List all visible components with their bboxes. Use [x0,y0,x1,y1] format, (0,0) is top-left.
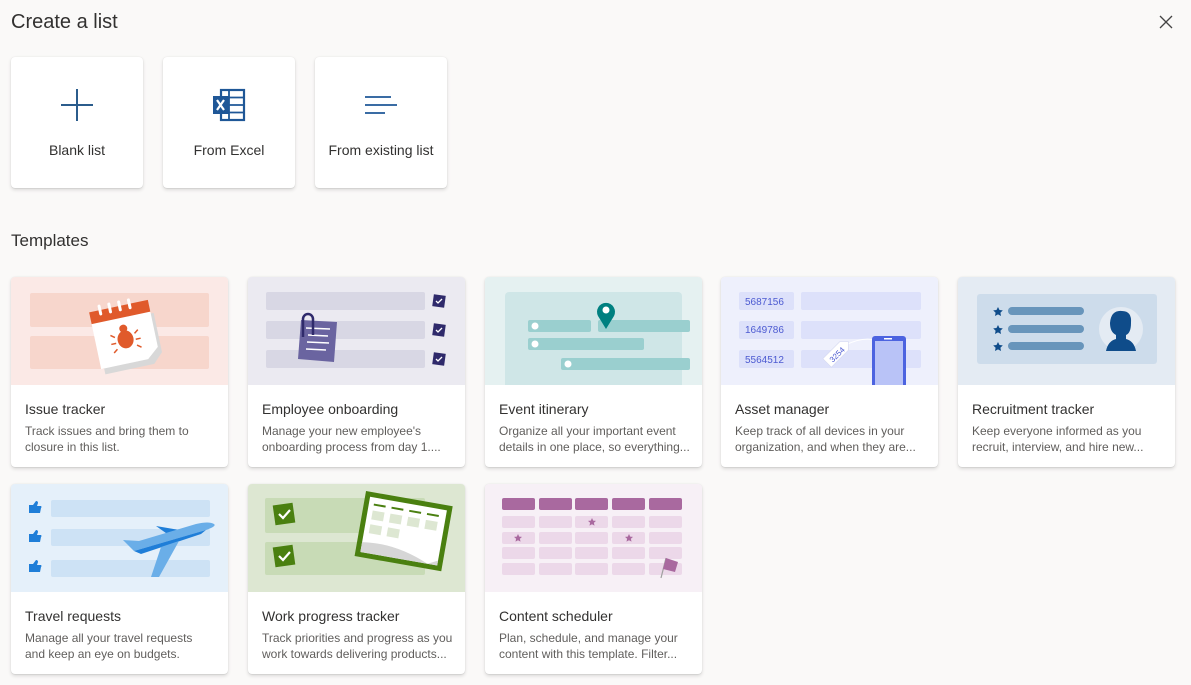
schedule-cell [502,547,535,559]
template-card-asset-manager[interactable]: 5687156 1649786 5564512 3254 Asset manag… [721,277,938,467]
excel-icon [213,88,246,122]
template-name: Employee onboarding [262,401,399,417]
description-line: Keep everyone informed as you [972,424,1142,438]
blank-list-button[interactable]: Blank list [11,57,143,188]
template-description: Manage all your travel requests and keep … [25,630,218,662]
clipboard-checklist-icon [266,292,446,368]
template-name: Travel requests [25,608,121,624]
description-line: Track issues and bring them to [25,424,189,438]
schedule-cell [575,563,608,575]
schedule-cell [649,532,682,544]
close-button[interactable] [1156,12,1176,32]
description-line: work towards delivering products... [262,647,447,661]
template-thumbnail [11,484,228,592]
schedule-grid-icon [502,498,682,579]
schedule-header-cell [575,498,608,510]
template-card-recruitment-tracker[interactable]: Recruitment tracker Keep everyone inform… [958,277,1175,467]
schedule-header-cell [502,498,535,510]
create-options: Blank list From Excel From existing list [11,57,447,188]
plus-icon [61,89,93,121]
description-line: and keep an eye on budgets. [25,647,180,661]
airplane-icon [29,500,215,577]
description-line: recruit, interview, and hire new... [972,440,1144,454]
blank-list-label: Blank list [48,142,106,158]
from-excel-button[interactable]: From Excel [163,57,295,188]
description-line: organization, and when they are... [735,440,916,454]
schedule-header-cell [612,498,645,510]
template-thumbnail: 5687156 1649786 5564512 3254 [721,277,938,385]
from-excel-label: From Excel [193,142,265,158]
schedule-cell [649,547,682,559]
description-line: closure in this list. [25,440,120,454]
template-card-content-scheduler[interactable]: Content scheduler Plan, schedule, and ma… [485,484,702,674]
description-line: details in one place, so everything... [499,440,690,454]
candidate-profile-icon [977,294,1157,364]
map-pin-itinerary-icon [505,292,690,385]
close-icon [1159,15,1173,29]
template-name: Recruitment tracker [972,401,1095,417]
schedule-cell [539,563,572,575]
page-title: Create a list [11,11,118,33]
schedule-cell [649,516,682,528]
template-name: Content scheduler [499,608,613,624]
schedule-cell [502,516,535,528]
template-card-event-itinerary[interactable]: Event itinerary Organize all your import… [485,277,702,467]
schedule-cell [539,516,572,528]
templates-heading: Templates [11,231,89,250]
description-line: onboarding process from day 1.... [262,440,441,454]
asset-id: 5687156 [745,297,784,308]
template-card-work-progress-tracker[interactable]: Work progress tracker Track priorities a… [248,484,465,674]
template-description: Track issues and bring them to closure in… [25,423,218,455]
schedule-cell [612,516,645,528]
description-line: Organize all your important event [499,424,676,438]
template-description: Keep everyone informed as you recruit, in… [972,423,1165,455]
template-card-issue-tracker[interactable]: Issue tracker Track issues and bring the… [11,277,228,467]
template-description: Organize all your important event details… [499,423,692,455]
asset-id: 5564512 [745,355,784,366]
description-line: Keep track of all devices in your [735,424,905,438]
schedule-header-cell [539,498,572,510]
template-thumbnail [248,277,465,385]
template-card-travel-requests[interactable]: Travel requests Manage all your travel r… [11,484,228,674]
schedule-cell [575,547,608,559]
from-existing-list-label: From existing list [328,142,434,158]
from-existing-list-button[interactable]: From existing list [315,57,447,188]
schedule-cell [612,547,645,559]
template-thumbnail [958,277,1175,385]
description-line: Manage all your travel requests [25,631,193,645]
template-name: Issue tracker [25,401,106,417]
template-thumbnail [248,484,465,592]
template-description: Manage your new employee's onboarding pro… [262,423,455,455]
device-asset-icon: 5687156 1649786 5564512 3254 [739,292,921,385]
template-thumbnail [485,277,702,385]
template-name: Event itinerary [499,401,589,417]
description-line: Track priorities and progress as you [262,631,453,645]
template-thumbnail [485,484,702,592]
schedule-header-cell [649,498,682,510]
progress-calendar-icon [265,491,453,575]
schedule-cell [502,563,535,575]
description-line: Manage your new employee's [262,424,422,438]
calendar-bug-icon [30,293,209,375]
template-description: Keep track of all devices in your organiz… [735,423,928,455]
description-line: content with this template. Filter... [499,647,678,661]
description-line: Plan, schedule, and manage your [499,631,678,645]
template-description: Plan, schedule, and manage your content w… [499,630,692,662]
template-thumbnail [11,277,228,385]
template-name: Work progress tracker [262,608,400,624]
schedule-cell [575,532,608,544]
template-name: Asset manager [735,401,830,417]
template-description: Track priorities and progress as you work… [262,630,455,662]
schedule-cell [539,532,572,544]
asset-id: 1649786 [745,325,784,336]
template-card-employee-onboarding[interactable]: Employee onboarding Manage your new empl… [248,277,465,467]
schedule-cell [539,547,572,559]
list-lines-icon [365,96,397,114]
schedule-cell [612,563,645,575]
